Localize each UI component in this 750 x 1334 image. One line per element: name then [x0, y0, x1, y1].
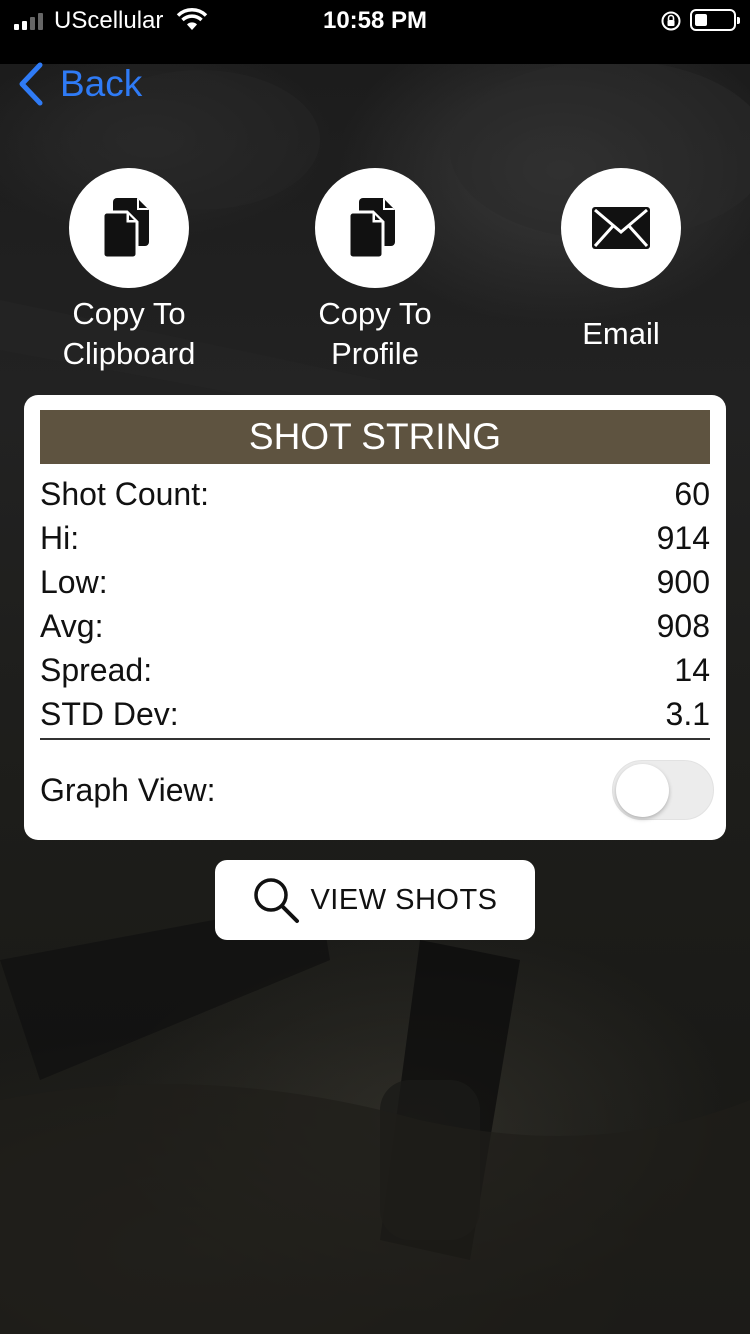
- email-caption-line1: Email: [582, 316, 660, 351]
- battery-icon: [690, 9, 740, 31]
- envelope-icon: [592, 207, 650, 249]
- copy-profile-caption-line1: Copy To: [318, 296, 432, 331]
- stat-row-shot-count: Shot Count: 60: [40, 472, 710, 516]
- back-label: Back: [60, 63, 143, 104]
- stat-label: Shot Count:: [40, 475, 209, 512]
- copy-clipboard-caption-line1: Copy To: [72, 296, 186, 331]
- stat-label: STD Dev:: [40, 695, 179, 732]
- card-title: SHOT STRING: [40, 410, 710, 464]
- stat-value: 908: [656, 607, 710, 644]
- copy-to-clipboard-button[interactable]: Copy To Clipboard: [29, 168, 229, 374]
- magnifier-icon: [254, 878, 300, 923]
- view-shots-button[interactable]: VIEW SHOTS: [215, 860, 535, 940]
- stat-row-hi: Hi: 914: [40, 516, 710, 560]
- toggle-knob: [616, 764, 669, 817]
- stat-value: 914: [656, 519, 710, 556]
- status-time: 10:58 PM: [322, 7, 428, 34]
- email-caption: Email: [521, 314, 721, 354]
- stat-value: 14: [674, 651, 710, 688]
- graph-view-toggle[interactable]: [612, 760, 714, 820]
- documents-icon: [101, 198, 149, 260]
- email-button[interactable]: Email: [521, 168, 721, 354]
- view-shots-label: VIEW SHOTS: [310, 883, 498, 916]
- documents-icon: [347, 198, 395, 260]
- stat-value: 3.1: [665, 695, 710, 732]
- shot-string-card: SHOT STRING Shot Count: 60 Hi: 914 Low: …: [24, 395, 726, 840]
- stat-row-avg: Avg: 908: [40, 604, 710, 648]
- status-bar: UScellular 10:58 PM: [0, 0, 750, 64]
- copy-profile-caption: Copy To Profile: [275, 294, 475, 374]
- copy-to-profile-button[interactable]: Copy To Profile: [275, 168, 475, 374]
- graph-view-row: Graph View:: [40, 760, 714, 820]
- back-button[interactable]: Back: [18, 62, 142, 106]
- stat-row-low: Low: 900: [40, 560, 710, 604]
- stat-label: Avg:: [40, 607, 104, 644]
- stat-value: 60: [674, 475, 710, 512]
- stat-value: 900: [656, 563, 710, 600]
- stat-label: Hi:: [40, 519, 80, 556]
- copy-clipboard-caption: Copy To Clipboard: [29, 294, 229, 374]
- stat-label: Spread:: [40, 651, 153, 688]
- stat-row-spread: Spread: 14: [40, 648, 710, 692]
- chevron-left-icon: [19, 62, 43, 106]
- rotation-lock-icon: [661, 11, 681, 31]
- stat-row-std-dev: STD Dev: 3.1: [40, 692, 710, 736]
- stat-label: Low:: [40, 563, 108, 600]
- copy-profile-circle[interactable]: [315, 168, 435, 288]
- divider: [40, 738, 710, 740]
- email-circle[interactable]: [561, 168, 681, 288]
- graph-view-label: Graph View:: [40, 771, 216, 808]
- copy-clipboard-caption-line2: Clipboard: [62, 336, 196, 371]
- copy-profile-caption-line2: Profile: [331, 336, 419, 371]
- copy-clipboard-circle[interactable]: [69, 168, 189, 288]
